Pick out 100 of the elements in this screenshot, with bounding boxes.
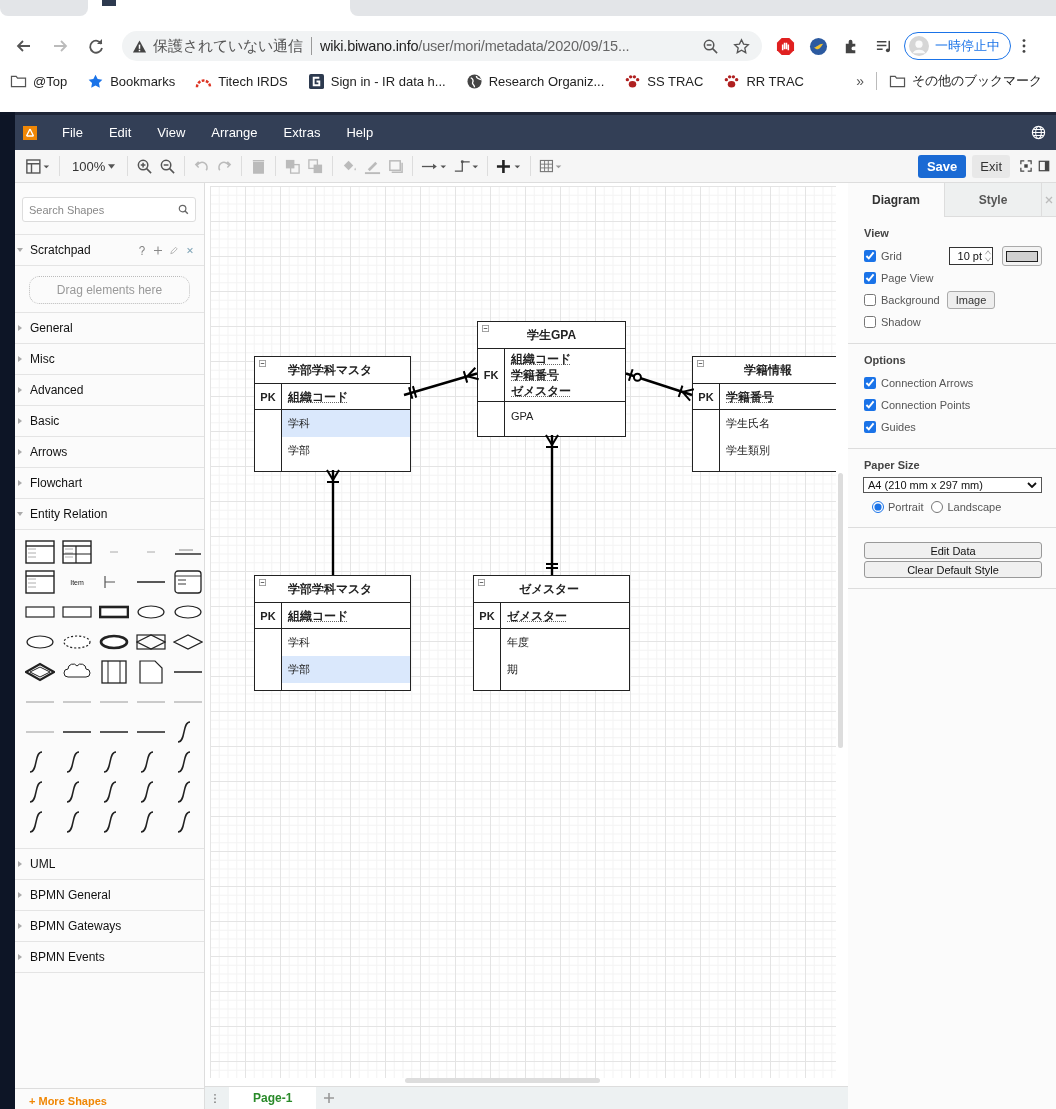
fullscreen-icon[interactable] (1020, 160, 1032, 172)
attribute-row[interactable]: 学科 (282, 629, 410, 656)
relationship-connector[interactable] (545, 434, 559, 575)
globe-icon (465, 73, 483, 89)
waypoints-icon[interactable] (453, 157, 480, 175)
checkbox[interactable] (864, 250, 876, 262)
table-icon[interactable] (173, 570, 203, 594)
section-header[interactable]: BPMN Events (15, 942, 204, 973)
radio-button[interactable] (872, 501, 884, 513)
grid-color-button[interactable] (1002, 246, 1042, 266)
format-panel-icon[interactable] (25, 157, 51, 175)
checkbox[interactable] (864, 294, 876, 306)
radio-button[interactable] (931, 501, 944, 513)
panel-button[interactable]: Edit Data (864, 542, 1042, 559)
section-header[interactable]: Flowchart (15, 468, 204, 499)
bookmark[interactable]: Bookmarks (81, 73, 182, 89)
menu-item[interactable]: Extras (270, 125, 334, 140)
help-icon[interactable] (138, 245, 146, 255)
checkbox[interactable] (864, 421, 876, 433)
bookmark[interactable]: Sign in - IR data h... (301, 73, 452, 89)
attribute-row[interactable]: 学生類別 (720, 437, 836, 464)
table-icon[interactable] (25, 540, 55, 564)
relationship-connector[interactable] (625, 368, 695, 402)
entity-table[interactable]: ゼメスター PK ゼメスター 年度 期 (473, 575, 630, 691)
note-icon[interactable] (136, 660, 166, 684)
page-tab[interactable]: Page-1 (229, 1087, 317, 1109)
checkbox[interactable] (864, 272, 876, 284)
zoom-out-icon[interactable] (702, 37, 719, 55)
section-header[interactable]: Entity Relation (15, 499, 204, 530)
checkbox[interactable] (864, 377, 876, 389)
attribute-row[interactable]: 学部 (282, 656, 410, 683)
app-logo-icon (23, 125, 37, 140)
section-header[interactable]: Basic (15, 406, 204, 437)
paper-size-dropdown[interactable]: A4 (210 mm x 297 mm) (863, 477, 1042, 493)
bird-icon[interactable] (809, 36, 828, 56)
save-button[interactable]: Save (917, 154, 967, 178)
collapse-icon[interactable] (259, 579, 266, 586)
search-field[interactable]: Search Shapes (22, 197, 196, 222)
section-header[interactable]: Arrows (15, 437, 204, 468)
entity-table[interactable]: 学部学科マスタ PK 組織コード 学科 学部 (254, 356, 411, 472)
section-header[interactable]: Scratchpad (15, 235, 204, 266)
attribute-row[interactable]: 期 (501, 656, 629, 683)
entity-table[interactable]: 学籍情報 PK 学籍番号 学生氏名 学生類別 (692, 356, 836, 472)
section-header[interactable]: BPMN Gateways (15, 911, 204, 942)
bookmark[interactable]: SS TRAC (618, 73, 710, 89)
zoom-out-icon[interactable] (159, 157, 177, 175)
stop-hand-icon[interactable] (776, 36, 795, 56)
section-header[interactable]: Misc (15, 344, 204, 375)
section-header[interactable]: UML (15, 849, 204, 880)
collapse-icon[interactable] (697, 360, 704, 367)
horizontal-scrollbar[interactable] (405, 1078, 600, 1083)
option-label: Connection Points (881, 399, 971, 411)
checkbox[interactable] (864, 316, 876, 328)
menu-item[interactable]: View (144, 125, 199, 140)
table-icon[interactable] (25, 570, 55, 594)
bookmark[interactable]: Titech IRDS (189, 73, 294, 89)
table-icon[interactable] (62, 540, 92, 564)
diamond-icon[interactable] (25, 660, 55, 684)
key-label: FK (483, 369, 499, 381)
add-icon[interactable] (154, 245, 162, 255)
attribute-row[interactable]: 学生氏名 (720, 410, 836, 437)
attribute-row[interactable]: 学部 (282, 437, 410, 464)
menu-item[interactable]: File (49, 125, 96, 140)
bookmark[interactable]: @Top (4, 73, 74, 89)
bookmark[interactable]: Research Organiz... (459, 73, 611, 89)
section-header[interactable]: General (15, 313, 204, 344)
zoom-in-icon[interactable] (136, 157, 154, 175)
relationship-connector[interactable] (326, 469, 340, 575)
expand-caret-icon (17, 480, 23, 486)
relationship-connector[interactable] (403, 366, 480, 400)
bookmarks-overflow[interactable]: » (850, 73, 870, 89)
collapse-icon[interactable] (482, 325, 489, 332)
collapse-icon[interactable] (478, 579, 485, 586)
url-text: wiki.biwano.info/user/mori/metadata/2020/09/15... (320, 38, 630, 54)
entity-table[interactable]: 学部学科マスタ PK 組織コード 学科 学部 (254, 575, 411, 691)
entity-table[interactable]: 学生GPA FK 組織コード 学籍番号 ゼメスター GPA (477, 321, 626, 437)
zoom-dropdown[interactable]: 100% (68, 158, 120, 174)
section-header[interactable]: BPMN General (15, 880, 204, 911)
exit-button[interactable]: Exit (972, 154, 1010, 178)
attribute-row[interactable]: 学科 (282, 410, 410, 437)
other-bookmarks[interactable]: その他のブックマーク (883, 72, 1048, 90)
panel-button[interactable]: Clear Default Style (864, 561, 1042, 578)
address-bar[interactable]: 保護されていない通信 wiki.biwano.info/user/mori/metadata/2020/09/15... (122, 31, 762, 61)
menu-item[interactable]: Edit (95, 125, 145, 140)
menu-item[interactable]: Arrange (198, 125, 271, 140)
panel-toggle-icon[interactable] (1038, 160, 1050, 172)
attribute-row[interactable]: GPA (505, 402, 625, 429)
bookmark[interactable]: RR TRAC (717, 73, 810, 89)
menu-item[interactable]: Help (333, 125, 387, 140)
attribute-row[interactable]: 年度 (501, 629, 629, 656)
star-icon[interactable] (733, 37, 750, 55)
panel-tab[interactable]: Style (944, 183, 1041, 217)
checkbox[interactable] (864, 399, 876, 411)
grid-size-field[interactable]: 10 pt (948, 247, 993, 265)
image-button[interactable]: Image (946, 291, 996, 309)
vertical-scrollbar[interactable] (838, 473, 843, 748)
section-header[interactable]: Advanced (15, 375, 204, 406)
globe-icon[interactable] (1031, 125, 1046, 140)
more-icon[interactable] (1021, 37, 1027, 55)
collapse-icon[interactable] (259, 360, 266, 367)
